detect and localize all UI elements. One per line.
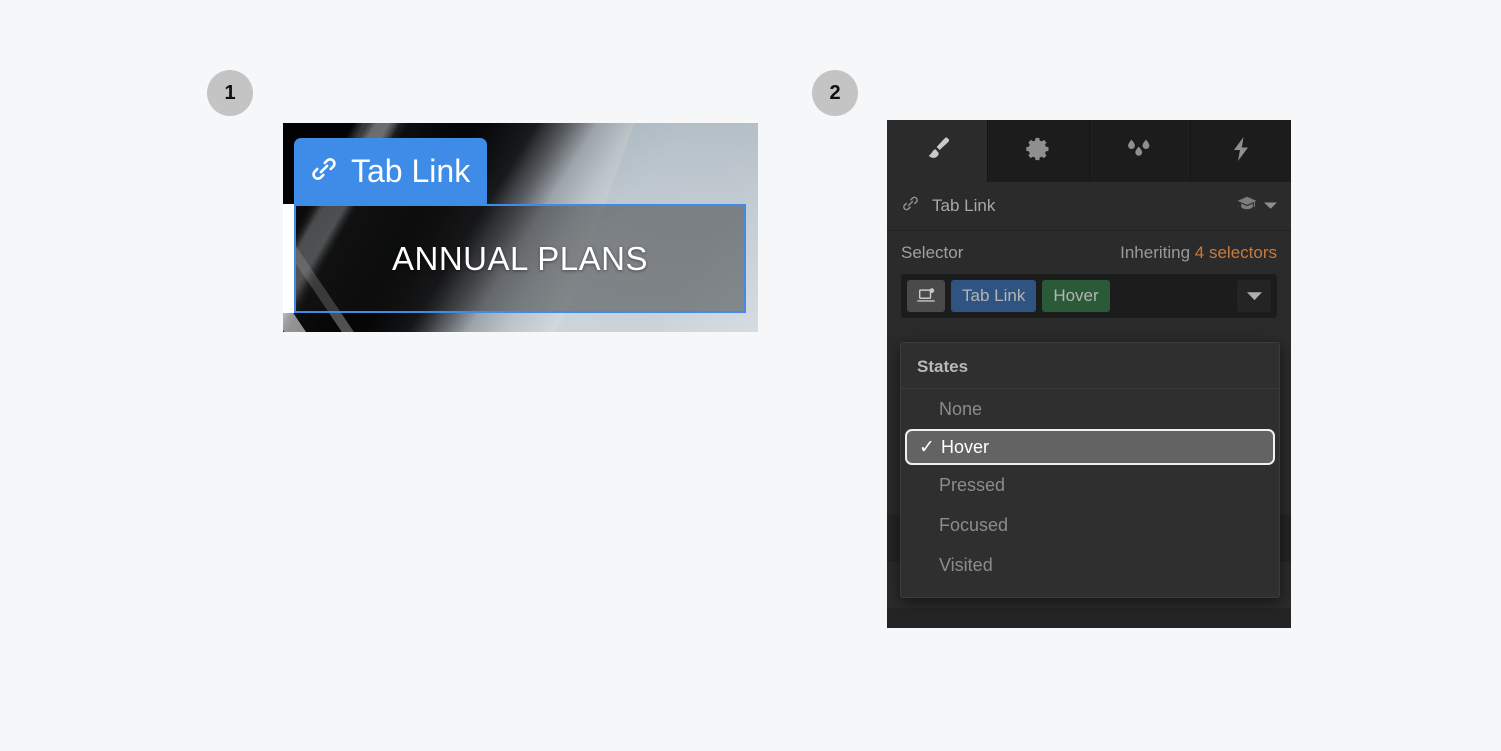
states-option-focused[interactable]: Focused bbox=[901, 505, 1279, 545]
link-icon bbox=[309, 154, 339, 189]
inheriting-prefix: Inheriting bbox=[1120, 243, 1191, 262]
chevron-down-icon[interactable] bbox=[1264, 197, 1277, 215]
states-option-pressed[interactable]: Pressed bbox=[901, 465, 1279, 505]
tab-interactions[interactable] bbox=[1190, 120, 1291, 182]
states-option-label: Hover bbox=[941, 436, 990, 457]
check-icon: ✓ bbox=[919, 436, 935, 458]
step-badge-1: 1 bbox=[207, 70, 253, 116]
device-breakpoint-icon[interactable] bbox=[907, 280, 945, 312]
paintbrush-icon bbox=[922, 134, 952, 169]
tab-link-element-tag[interactable]: Tab Link bbox=[294, 138, 488, 204]
panel-element-title: Tab Link bbox=[932, 196, 996, 215]
states-option-visited[interactable]: Visited bbox=[901, 545, 1279, 585]
selector-label-row: Selector Inheriting 4 selectors bbox=[901, 243, 1277, 263]
states-dropdown-title: States bbox=[901, 343, 1279, 389]
tab-link-element-label: ANNUAL PLANS bbox=[391, 239, 649, 277]
link-icon bbox=[901, 194, 920, 218]
states-option-none[interactable]: None bbox=[901, 389, 1279, 429]
lightning-bolt-icon bbox=[1228, 135, 1254, 168]
tab-link-tag-label: Tab Link bbox=[351, 152, 471, 189]
tab-settings[interactable] bbox=[988, 120, 1090, 182]
step-badge-2: 2 bbox=[812, 70, 858, 116]
states-option-label: Focused bbox=[939, 514, 1009, 535]
tab-style[interactable] bbox=[887, 120, 989, 182]
inheriting-count[interactable]: 4 selectors bbox=[1195, 243, 1277, 262]
graduation-cap-icon[interactable] bbox=[1236, 195, 1258, 218]
style-panel: Tab Link Selector Inheriting 4 selectors bbox=[887, 120, 1291, 628]
states-dropdown: States None ✓ Hover Pressed Focused Visi… bbox=[900, 342, 1280, 598]
panel-tabbar bbox=[887, 120, 1291, 182]
states-dropdown-toggle[interactable] bbox=[1237, 280, 1271, 312]
states-option-label: Visited bbox=[939, 554, 993, 575]
selector-bar: Tab Link Hover bbox=[901, 274, 1277, 318]
tab-link-element[interactable]: ANNUAL PLANS bbox=[294, 204, 746, 313]
selector-class-chip[interactable]: Tab Link bbox=[951, 280, 1037, 312]
canvas-left-gutter bbox=[283, 204, 294, 313]
inheriting-status: Inheriting 4 selectors bbox=[1120, 243, 1277, 263]
states-option-hover[interactable]: ✓ Hover bbox=[905, 429, 1275, 465]
canvas-preview: ANNUAL PLANS Tab Link bbox=[283, 123, 758, 332]
selector-state-chip[interactable]: Hover bbox=[1042, 280, 1110, 312]
selector-label: Selector bbox=[901, 243, 964, 262]
states-option-label: None bbox=[939, 398, 983, 419]
states-option-label: Pressed bbox=[939, 474, 1006, 495]
water-drops-icon bbox=[1123, 136, 1157, 167]
style-property-row[interactable] bbox=[887, 609, 1291, 628]
gear-icon bbox=[1024, 135, 1052, 168]
panel-element-header: Tab Link bbox=[887, 182, 1291, 231]
selector-section: Selector Inheriting 4 selectors Tab Link… bbox=[887, 231, 1291, 318]
tab-effects[interactable] bbox=[1089, 120, 1191, 182]
